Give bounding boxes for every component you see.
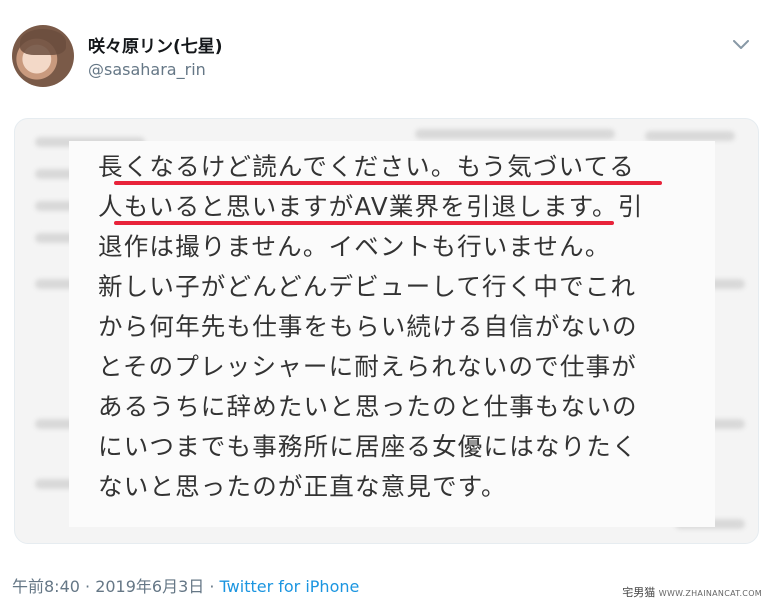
tweet-source-link[interactable]: Twitter for iPhone xyxy=(220,577,360,596)
watermark: 宅男猫 WWW.ZHAINANCAT.COM xyxy=(622,584,762,600)
chevron-down-icon xyxy=(733,40,749,49)
display-name[interactable]: 咲々原リン(七星) xyxy=(88,32,223,57)
blurred-text xyxy=(415,129,615,139)
memo-line: あるうちに辞めたいと思ったのと仕事もないの xyxy=(98,392,638,421)
memo-line: 新しい子がどんどんデビューして行く中でこれ xyxy=(98,272,637,301)
user-handle[interactable]: @sasahara_rin xyxy=(88,60,206,79)
watermark-url: WWW.ZHAINANCAT.COM xyxy=(658,589,762,598)
memo-line: 退作は撮りません。イベントも行いません。 xyxy=(98,232,611,261)
watermark-site: 宅男猫 xyxy=(622,586,656,599)
tweet-timestamp: 午前8:40 · 2019年6月3日 · Twitter for iPhone xyxy=(12,573,359,597)
memo-line: 人もいると思いますがAV業界を引退します。引 xyxy=(98,192,644,221)
avatar[interactable] xyxy=(12,25,74,87)
tweet-menu-button[interactable] xyxy=(730,34,752,56)
memo-line: から何年先も仕事をもらい続ける自信がないの xyxy=(98,312,638,341)
memo-line: とそのプレッシャーに耐えられないので仕事が xyxy=(98,352,637,381)
memo-line: 長くなるけど読んでください。もう気づいてる xyxy=(98,152,636,181)
highlight-underline xyxy=(114,221,614,225)
memo-line: にいつまでも事務所に居座る女優にはなりたく xyxy=(98,432,638,461)
timestamp-text[interactable]: 午前8:40 · 2019年6月3日 · xyxy=(12,577,220,596)
memo-line: ないと思ったのが正直な意見です。 xyxy=(98,472,507,501)
highlight-underline xyxy=(114,181,662,185)
blurred-text xyxy=(645,131,735,141)
